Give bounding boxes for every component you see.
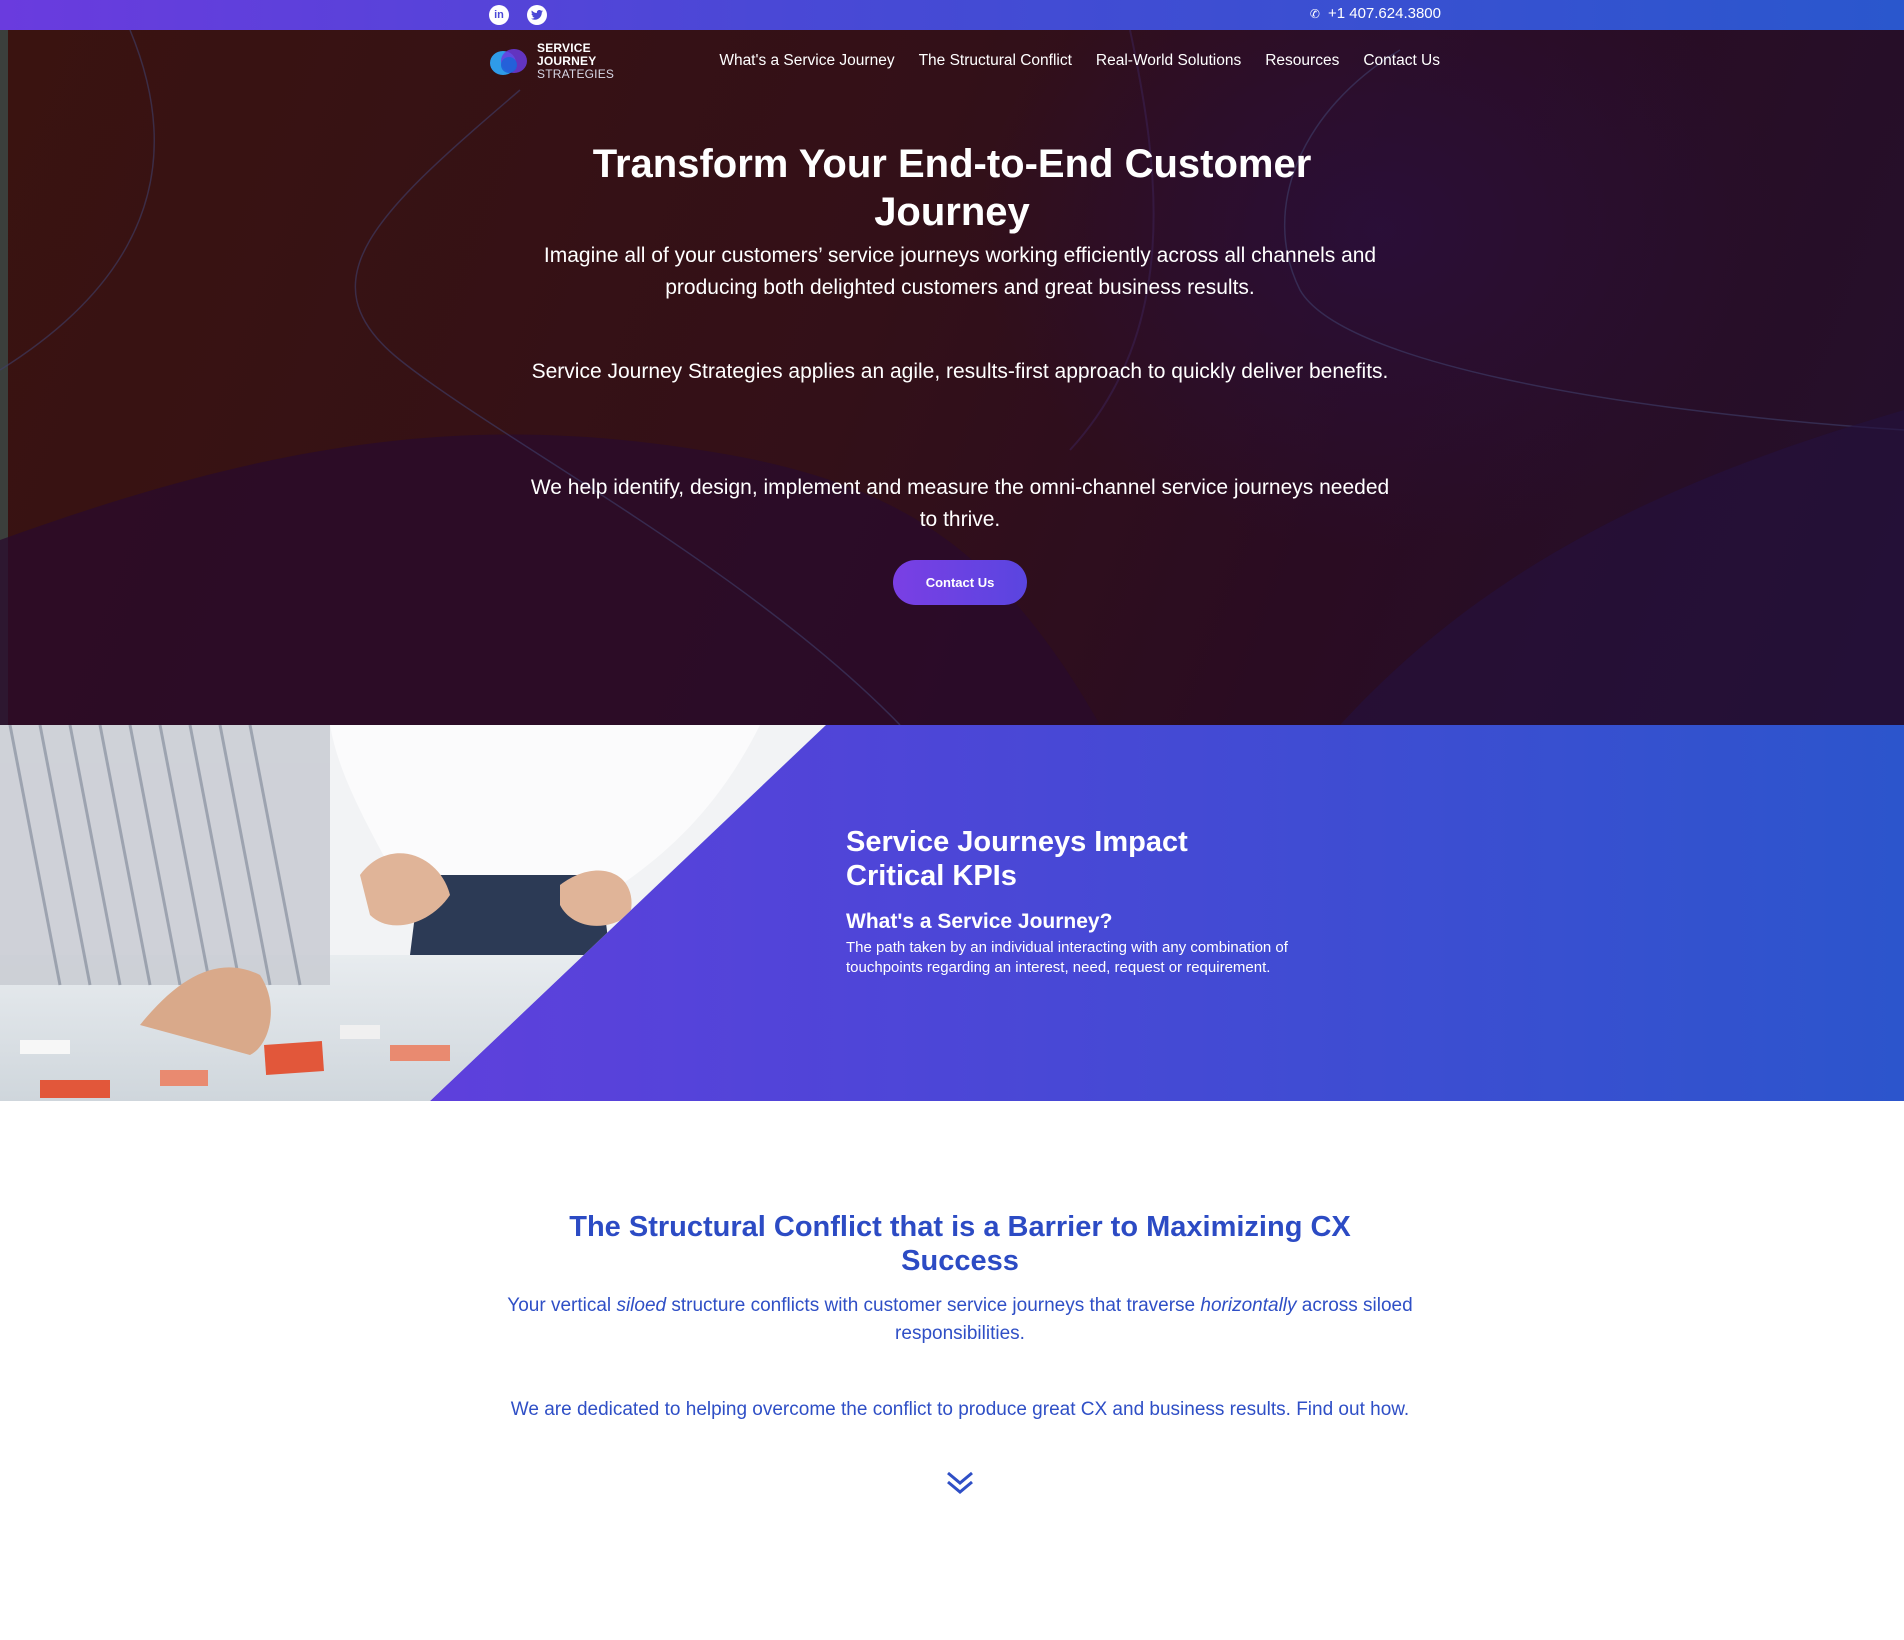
conflict-paragraph-1: Your vertical siloed structure conflicts…	[507, 1295, 1413, 1344]
hero-paragraph-1: Imagine all of your customers’ service j…	[543, 244, 1377, 299]
team-working-photo	[0, 725, 826, 1101]
phone-number: +1 407.624.3800	[1327, 5, 1441, 22]
conflict-title: The Structural Conflict that is a Barrie…	[569, 1211, 1351, 1277]
top-bar: in ✆ +1 407.624.3800	[0, 0, 1904, 30]
kpi-subtitle: What's a Service Journey?	[846, 910, 1113, 933]
linkedin-icon[interactable]: in	[489, 5, 509, 25]
contact-us-button[interactable]: Contact Us	[893, 560, 1027, 605]
nav-item-structural-conflict[interactable]: The Structural Conflict	[919, 52, 1072, 70]
phone-icon: ✆	[1309, 6, 1320, 21]
phone-contact[interactable]: ✆ +1 407.624.3800	[1310, 5, 1441, 22]
nav-item-resources[interactable]: Resources	[1265, 52, 1339, 70]
hero-section: SERVICE JOURNEY STRATEGIES What's a Serv…	[0, 30, 1904, 725]
hero-paragraph-2: Service Journey Strategies applies an ag…	[531, 360, 1389, 383]
kpi-description: The path taken by an individual interact…	[846, 939, 1288, 976]
nav-item-contact-us[interactable]: Contact Us	[1363, 52, 1440, 70]
nav-item-real-world-solutions[interactable]: Real-World Solutions	[1096, 52, 1241, 70]
conflict-paragraph-2: We are dedicated to helping overcome the…	[510, 1399, 1410, 1420]
site-logo[interactable]: SERVICE JOURNEY STRATEGIES	[489, 42, 614, 81]
hero-paragraph-3: We help identify, design, implement and …	[530, 476, 1390, 531]
main-nav: What's a Service Journey The Structural …	[719, 52, 1440, 70]
logo-text: SERVICE JOURNEY STRATEGIES	[537, 41, 615, 81]
nav-item-service-journey[interactable]: What's a Service Journey	[719, 52, 894, 70]
twitter-icon[interactable]	[527, 5, 547, 25]
kpi-title: Service Journeys Impact Critical KPIs	[846, 826, 1188, 892]
double-chevron-down-icon[interactable]	[944, 1470, 976, 1496]
logo-mark-icon	[489, 43, 531, 81]
kpi-section: Service Journeys Impact Critical KPIs Wh…	[0, 725, 1904, 1101]
hero-title: Transform Your End-to-End Customer Journ…	[592, 142, 1312, 234]
